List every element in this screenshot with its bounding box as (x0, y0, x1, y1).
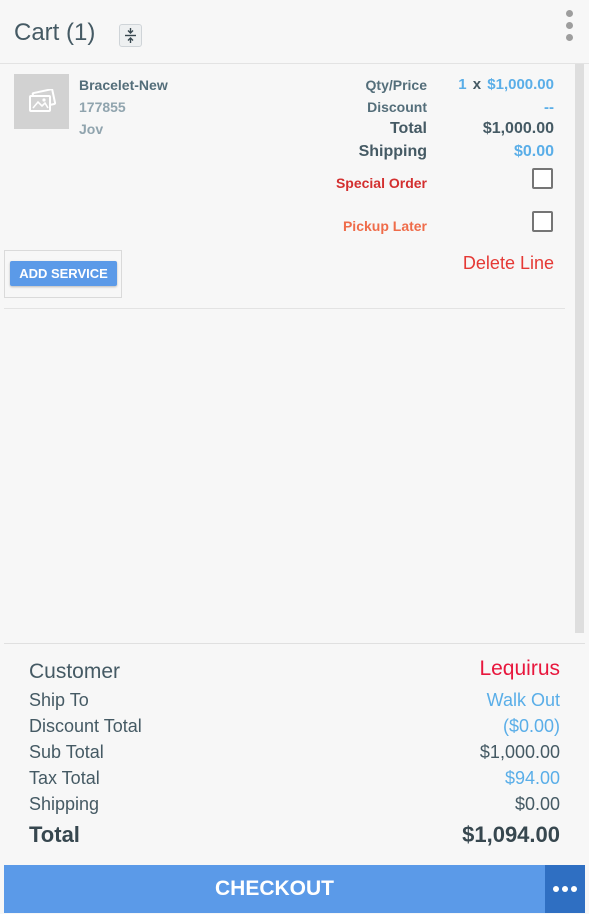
pickup-later-label: Pickup Later (342, 218, 427, 234)
customer-value[interactable]: Lequirus (479, 657, 560, 681)
tax-total-row: Tax Total $94.00 (29, 768, 560, 792)
customer-label: Customer (29, 660, 121, 683)
line-total-label: Total (389, 120, 427, 137)
tax-total-label: Tax Total (29, 768, 100, 788)
tax-total-value[interactable]: $94.00 (505, 768, 560, 789)
cart-line-item: Bracelet-New 177855 Jov Qty/Price 1 x $1… (4, 64, 565, 309)
cart-header: Cart (1) (0, 0, 589, 64)
collapse-icon[interactable] (119, 24, 142, 47)
grand-total-row: Total $1,094.00 (29, 822, 560, 847)
checkout-button[interactable]: CHECKOUT (4, 865, 545, 913)
discount-total-value[interactable]: ($0.00) (503, 716, 560, 737)
cart-title: Cart (1) (14, 19, 96, 46)
qty-value[interactable]: 1 (458, 76, 466, 93)
special-order-label: Special Order (335, 175, 427, 191)
cart-summary: Customer Lequirus Ship To Walk Out Disco… (4, 643, 585, 865)
customer-row: Customer Lequirus (29, 657, 560, 684)
times-sign: x (472, 76, 482, 93)
delete-line-link[interactable]: Delete Line (463, 253, 554, 274)
cart-panel: Cart (1) Bracelet-New 177855 Jov Qty/Pri… (0, 0, 589, 914)
image-placeholder-icon (29, 89, 56, 112)
pickup-later-checkbox[interactable] (532, 211, 553, 232)
discount-total-row: Discount Total ($0.00) (29, 716, 560, 740)
price-value[interactable]: $1,000.00 (487, 76, 554, 93)
collapse-vertical-icon (125, 28, 136, 43)
cart-scrollbar[interactable] (575, 64, 584, 633)
special-order-checkbox[interactable] (532, 168, 553, 189)
ship-to-value[interactable]: Walk Out (487, 690, 560, 711)
product-thumbnail (14, 74, 69, 129)
qty-price-value: 1 x $1,000.00 (458, 76, 554, 93)
qty-price-label: Qty/Price (365, 77, 427, 93)
ship-to-row: Ship To Walk Out (29, 690, 560, 714)
discount-label: Discount (367, 99, 427, 115)
discount-total-label: Discount Total (29, 716, 142, 736)
product-vendor: Jov (79, 121, 104, 137)
more-horizontal-icon[interactable] (545, 865, 585, 913)
sub-total-row: Sub Total $1,000.00 (29, 742, 560, 766)
line-total-value: $1,000.00 (482, 120, 554, 137)
grand-total-value: $1,094.00 (462, 822, 560, 847)
sub-total-label: Sub Total (29, 742, 104, 762)
kebab-menu-icon[interactable] (561, 8, 577, 42)
add-service-button[interactable]: ADD SERVICE (10, 261, 117, 286)
grand-total-label: Total (29, 822, 80, 847)
shipping-value: $0.00 (514, 794, 560, 814)
add-service-container: ADD SERVICE (4, 250, 122, 298)
line-shipping-label: Shipping (358, 143, 427, 160)
sub-total-value: $1,000.00 (479, 742, 560, 762)
product-sku: 177855 (79, 99, 126, 115)
product-name[interactable]: Bracelet-New (79, 77, 168, 93)
shipping-label: Shipping (29, 794, 100, 814)
shipping-row: Shipping $0.00 (29, 794, 560, 818)
line-shipping-value[interactable]: $0.00 (514, 143, 554, 161)
discount-value[interactable]: -- (544, 99, 554, 116)
ship-to-label: Ship To (29, 690, 89, 710)
